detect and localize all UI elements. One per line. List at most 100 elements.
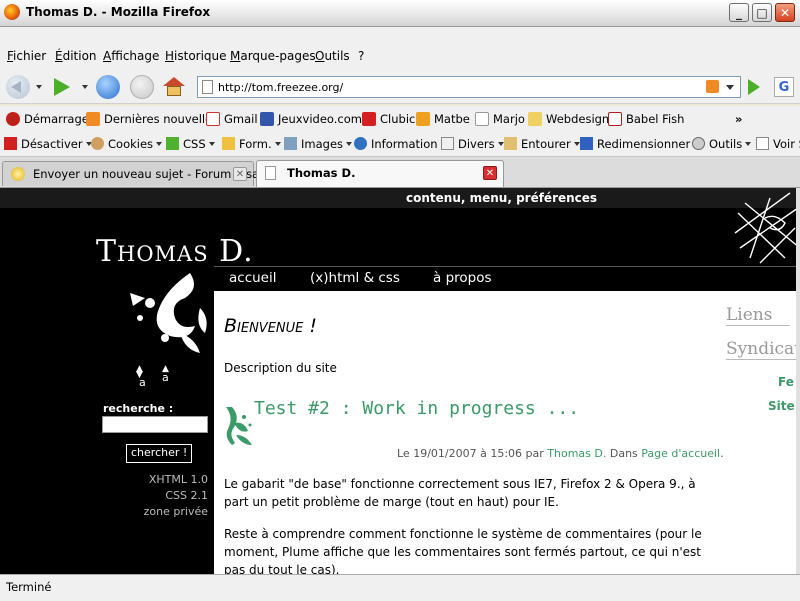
cookie-icon	[91, 137, 104, 150]
xhtml-link[interactable]: XHTML 1.0	[144, 472, 208, 488]
tab-thomas-d[interactable]: Thomas D. ✕	[256, 160, 504, 187]
css-icon	[166, 137, 179, 150]
menu-affichage[interactable]: Affichage	[103, 49, 159, 63]
bookmark-clubic[interactable]: Clubic	[362, 112, 415, 126]
bookmark-webdesign[interactable]: Webdesign	[528, 112, 609, 126]
view-source-icon	[756, 137, 769, 150]
close-window-button[interactable]: ✕	[775, 3, 795, 22]
chevron-down-icon	[274, 142, 281, 146]
back-arrow-icon[interactable]	[6, 75, 30, 99]
home-icon[interactable]	[163, 77, 185, 97]
rss-feed-icon[interactable]	[706, 80, 719, 93]
web-content: contenu, menu, préférences Thomas D. ▲ ▼…	[0, 188, 800, 574]
syndication-heading: Syndicat	[726, 339, 800, 360]
bookmark-gmail[interactable]: Gmail	[206, 112, 258, 126]
bookmark-demarrage[interactable]: Démarrage	[6, 112, 89, 126]
dev-outils[interactable]: Outils	[692, 137, 752, 151]
dev-images[interactable]: Images	[284, 137, 353, 151]
menu-outils[interactable]: Outils	[315, 49, 350, 63]
forum-favicon-icon	[11, 167, 25, 181]
search-label: recherche :	[103, 402, 174, 415]
post-author-link[interactable]: Thomas D.	[547, 447, 606, 460]
search-input[interactable]	[102, 416, 208, 433]
dev-voir-source[interactable]: Voir S	[756, 137, 800, 151]
dev-entourer[interactable]: Entourer	[504, 137, 580, 151]
tab-forum-alsa[interactable]: Envoyer un nouveau sujet - Forum Alsa...…	[2, 161, 270, 186]
chevron-down-icon	[745, 142, 752, 146]
window-title: Thomas D. - Mozilla Firefox	[26, 5, 211, 19]
bookmark-marjo[interactable]: Marjo	[475, 112, 525, 126]
resize-icon	[580, 137, 593, 150]
bookmark-dernieres-nouvelles[interactable]: Dernières nouvelles	[86, 112, 218, 126]
post-category-link[interactable]: Page d'accueil	[641, 447, 720, 460]
stop-icon[interactable]	[130, 75, 154, 99]
menu-edition[interactable]: Édition	[55, 49, 97, 63]
go-arrow-icon[interactable]	[748, 79, 760, 95]
scrollbar[interactable]	[796, 188, 800, 574]
info-icon	[354, 137, 367, 150]
bookmarks-overflow-chevron[interactable]: »	[735, 112, 742, 126]
menu-bar: Fichier Édition Affichage Historique Mar…	[0, 27, 800, 71]
private-zone-link[interactable]: zone privée	[144, 504, 208, 520]
chevron-down-icon	[346, 142, 353, 146]
site-feed-link[interactable]: Site	[768, 399, 795, 413]
menu-marque-pages[interactable]: Marque-pages	[230, 49, 316, 63]
bookmark-matbe[interactable]: Matbe	[416, 112, 470, 126]
google-search-icon[interactable]: G	[774, 77, 794, 97]
nav-a-propos[interactable]: à propos	[433, 270, 492, 286]
scribble-decoration-icon	[734, 192, 800, 264]
babel-fish-icon	[608, 112, 622, 126]
bookmark-babel-fish[interactable]: Babel Fish	[608, 112, 684, 126]
dev-cookies[interactable]: Cookies	[91, 137, 163, 151]
menu-help[interactable]: ?	[358, 49, 364, 63]
forward-history-chevron-icon[interactable]	[82, 85, 88, 89]
post-leaf-decoration-icon	[226, 407, 252, 445]
disable-icon	[4, 137, 17, 150]
gmail-icon	[206, 112, 220, 126]
forward-arrow-icon[interactable]	[50, 75, 74, 99]
address-bar[interactable]	[197, 76, 741, 98]
chevron-down-icon	[573, 142, 580, 146]
close-tab-icon[interactable]: ✕	[483, 166, 497, 180]
main-panel: Bienvenue ! Description du site Test #2 …	[214, 291, 800, 574]
dev-redimensionner[interactable]: Redimensionner	[580, 137, 700, 151]
search-button[interactable]: chercher !	[126, 444, 193, 463]
tab-bar: Envoyer un nouveau sujet - Forum Alsa...…	[0, 157, 800, 188]
outline-pencil-icon	[504, 137, 517, 150]
page-icon	[202, 80, 213, 94]
post-paragraph: Reste à comprendre comment fonctionne le…	[224, 527, 702, 574]
url-history-chevron-icon[interactable]	[726, 85, 734, 90]
web-developer-toolbar: Désactiver Cookies CSS Form. Images Info…	[0, 132, 800, 157]
status-text: Terminé	[6, 580, 52, 594]
demarrage-icon	[6, 112, 20, 126]
close-tab-icon[interactable]: ✕	[233, 167, 247, 181]
nav-xhtml-css[interactable]: (x)html & css	[310, 270, 400, 286]
rss-icon	[86, 112, 100, 126]
feed-link[interactable]: Fe	[778, 375, 794, 389]
url-input[interactable]	[218, 78, 698, 96]
dev-divers[interactable]: Divers	[441, 137, 504, 151]
post-paragraph: Le gabarit "de base" fonctionne correcte…	[224, 477, 696, 509]
bookmark-jeuxvideo[interactable]: Jeuxvideo.com	[260, 112, 362, 126]
reload-icon[interactable]	[96, 75, 120, 99]
dev-desactiver[interactable]: Désactiver	[4, 137, 92, 151]
dev-form[interactable]: Form.	[222, 137, 281, 151]
skip-links[interactable]: contenu, menu, préférences	[406, 191, 597, 205]
welcome-heading: Bienvenue !	[224, 315, 318, 337]
menu-fichier[interactable]: Fichier	[7, 49, 46, 63]
menu-historique[interactable]: Historique	[165, 49, 227, 63]
dev-information[interactable]: Information	[354, 137, 447, 151]
nav-accueil[interactable]: accueil	[229, 270, 276, 286]
status-bar: Terminé	[0, 574, 800, 601]
bookmarks-toolbar: Démarrage Dernières nouvelles Gmail Jeux…	[0, 106, 800, 132]
dev-css[interactable]: CSS	[166, 137, 215, 151]
maximize-button[interactable]: □	[752, 3, 772, 22]
back-history-chevron-icon[interactable]	[36, 85, 42, 89]
chevron-down-icon	[497, 142, 504, 146]
post-title[interactable]: Test #2 : Work in progress ...	[254, 398, 579, 419]
standards-links: XHTML 1.0 CSS 2.1 zone privée	[144, 472, 208, 520]
css-link[interactable]: CSS 2.1	[144, 488, 208, 504]
text-bigger-button[interactable]: ▲ a	[162, 364, 169, 384]
minimize-button[interactable]: _	[729, 3, 749, 22]
site-description: Description du site	[224, 361, 337, 375]
